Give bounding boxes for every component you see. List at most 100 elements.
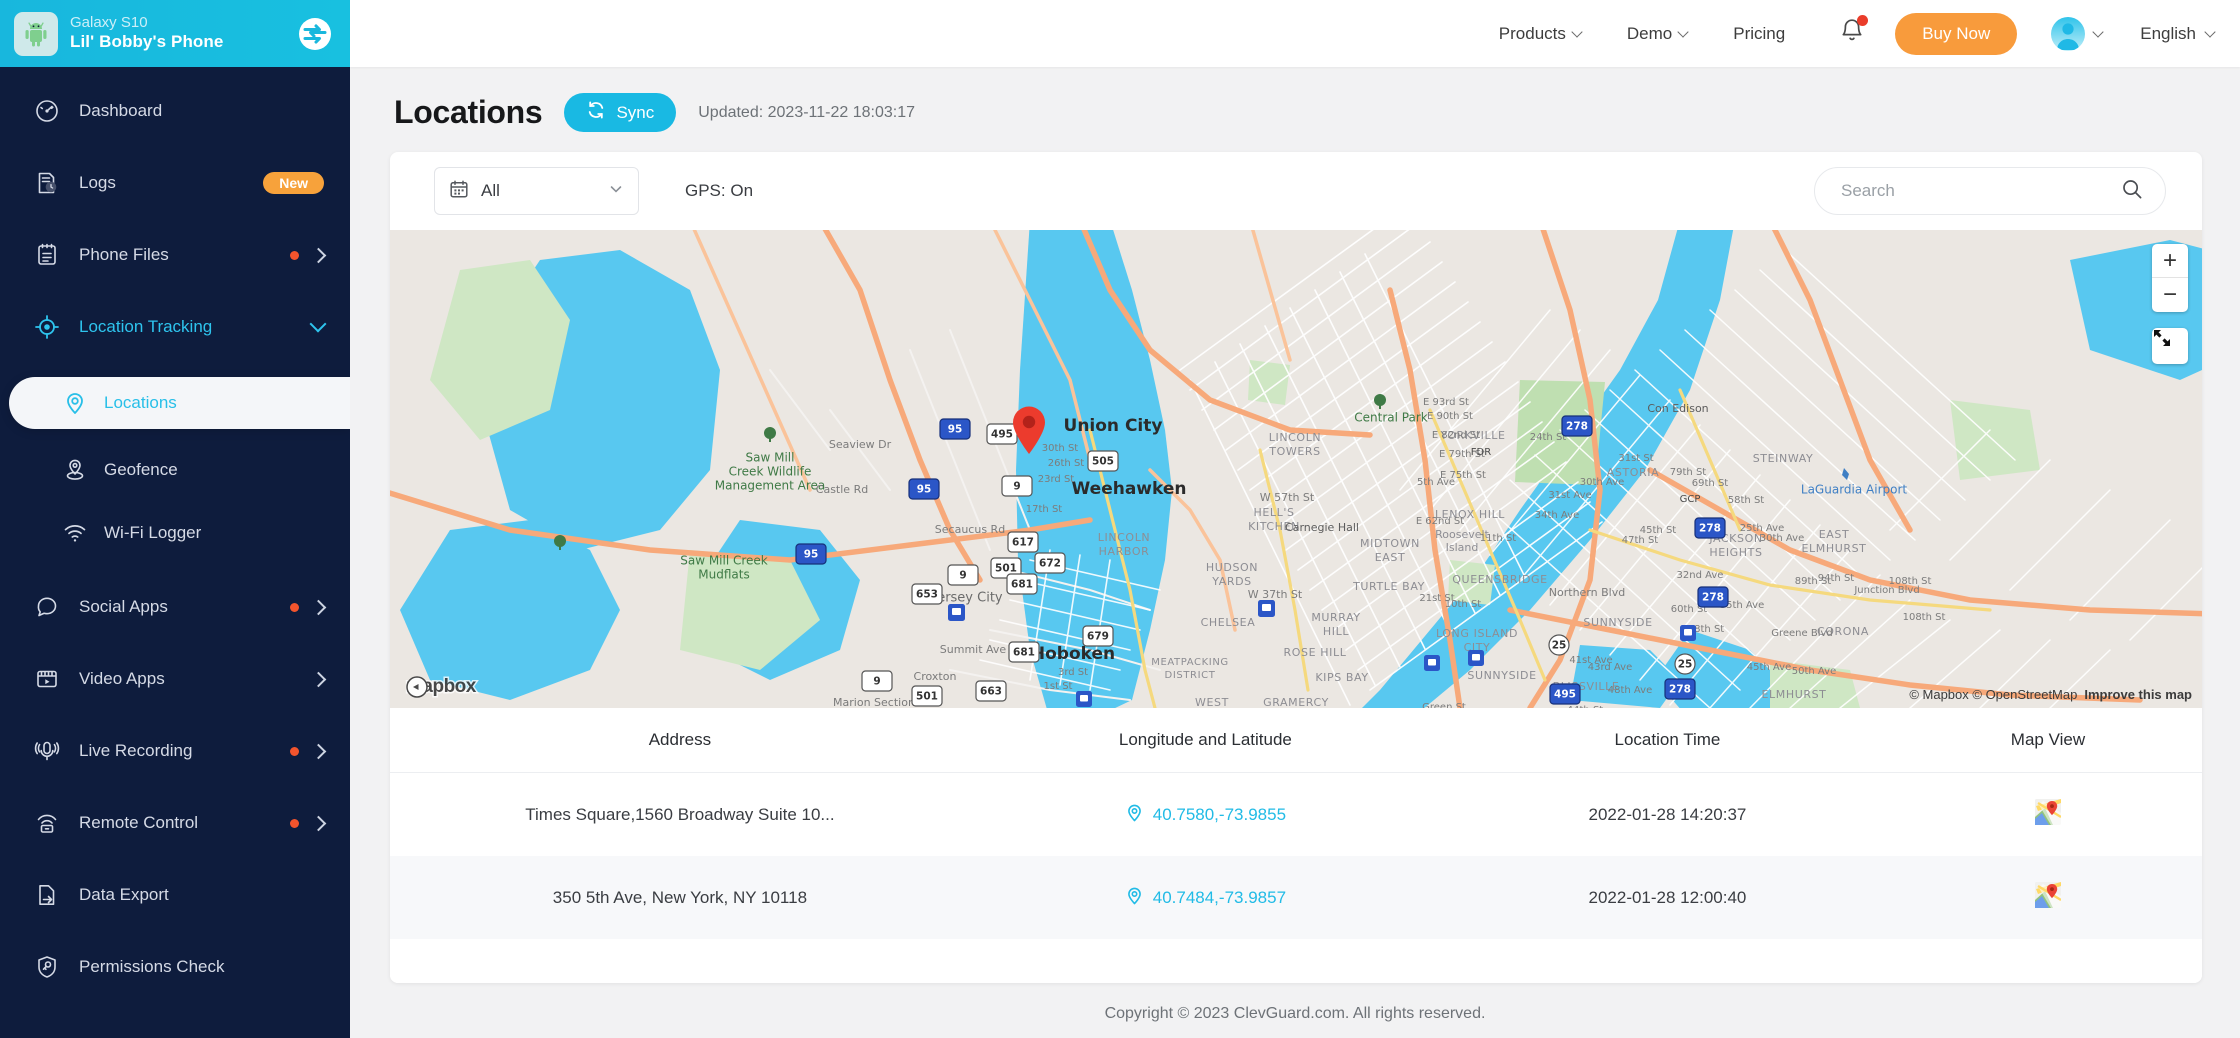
- svg-text:95: 95: [917, 484, 932, 496]
- map-label: GRAMERCY: [1263, 696, 1329, 708]
- svg-text:9: 9: [959, 570, 966, 582]
- sidebar-item-location-tracking[interactable]: Location Tracking: [0, 305, 350, 349]
- locations-card: All GPS: On Search Union City Weehawken …: [390, 152, 2202, 983]
- map-route-shield: 95: [795, 543, 827, 565]
- map-label: 47th St: [1622, 535, 1659, 546]
- chevron-right-icon[interactable]: [310, 671, 327, 687]
- map-label: HILL: [1323, 625, 1349, 638]
- sidebar-item-locations[interactable]: Locations: [9, 377, 350, 429]
- topnav-pricing[interactable]: Pricing: [1733, 24, 1785, 44]
- zoom-out-button[interactable]: −: [2152, 278, 2188, 312]
- clevguard-logo-icon[interactable]: [296, 15, 334, 53]
- app-root: Galaxy S10 Lil' Bobby's Phone Dashboard …: [0, 0, 2240, 1038]
- notification-bell-icon[interactable]: [1839, 15, 1869, 50]
- coordinate-link[interactable]: 40.7580,-73.9855: [1125, 803, 1286, 827]
- map-label: Central Park: [1354, 411, 1427, 425]
- table-body: Times Square,1560 Broadway Suite 10... 4…: [390, 773, 2202, 939]
- sidebar-item-permissions-check[interactable]: Permissions Check: [0, 945, 350, 989]
- topnav-label: Pricing: [1733, 23, 1786, 43]
- map-label: TURTLE BAY: [1352, 580, 1425, 593]
- zoom-in-button[interactable]: +: [2152, 244, 2188, 278]
- sidebar-item-wifi-logger[interactable]: Wi-Fi Logger: [0, 511, 350, 555]
- sidebar-item-label: Permissions Check: [79, 957, 225, 976]
- chevron-right-icon[interactable]: [310, 599, 327, 615]
- map-label: Green St: [1422, 702, 1466, 708]
- svg-text:95: 95: [948, 424, 963, 436]
- chevron-right-icon[interactable]: [310, 743, 327, 759]
- topnav-products[interactable]: Products: [1499, 24, 1583, 44]
- sync-button[interactable]: Sync: [564, 93, 677, 132]
- map-route-shield: 95: [939, 418, 971, 440]
- map-attribution: © Mapbox © OpenStreetMap Improve this ma…: [1909, 687, 2192, 702]
- sidebar-item-label: Video Apps: [79, 669, 165, 688]
- map-label: SUNNYSIDE: [1583, 616, 1652, 629]
- map-route-shield: 495: [1549, 683, 1581, 705]
- map-label: W 37th St: [1248, 588, 1303, 601]
- map-label: Creek Wildlife: [729, 465, 812, 479]
- search-box[interactable]: [1814, 167, 2166, 215]
- search-input[interactable]: [1841, 181, 2121, 201]
- search-icon[interactable]: [2121, 178, 2143, 205]
- language-selector[interactable]: English: [2140, 23, 2216, 44]
- filter-bar: All GPS: On: [390, 152, 2202, 230]
- table-row[interactable]: 350 5th Ave, New York, NY 10118 40.7484,…: [390, 856, 2202, 939]
- topnav-demo[interactable]: Demo: [1627, 24, 1689, 44]
- map-route-shield: 679: [1082, 625, 1114, 647]
- table-row[interactable]: Times Square,1560 Broadway Suite 10... 4…: [390, 773, 2202, 857]
- map-label: HEIGHTS: [1709, 546, 1762, 559]
- sidebar-item-video-apps[interactable]: Video Apps: [0, 657, 350, 701]
- microphone-recording-icon: [33, 737, 61, 765]
- sidebar-item-label: Geofence: [104, 460, 178, 479]
- coordinate-link[interactable]: 40.7484,-73.9857: [1125, 886, 1286, 910]
- date-range-select[interactable]: All: [434, 167, 639, 215]
- sidebar-item-label: Social Apps: [79, 597, 168, 616]
- map-label: SUNNYSIDE: [1467, 669, 1536, 682]
- sidebar-item-live-recording[interactable]: Live Recording: [0, 729, 350, 773]
- sidebar-item-label: Data Export: [79, 885, 169, 904]
- sidebar-item-label: Wi-Fi Logger: [104, 523, 202, 542]
- svg-text:95: 95: [804, 549, 819, 561]
- improve-map-link[interactable]: Improve this map: [2084, 687, 2192, 702]
- map-label: 79th St: [1670, 467, 1707, 478]
- buy-now-button[interactable]: Buy Now: [1895, 12, 2018, 55]
- map-label: KIPS BAY: [1315, 671, 1368, 684]
- language-label: English: [2140, 23, 2196, 43]
- unread-dot: [290, 746, 299, 756]
- svg-text:672: 672: [1039, 558, 1061, 570]
- map-label: 48th Ave: [1608, 685, 1653, 696]
- map-label: Carnegie Hall: [1285, 521, 1359, 534]
- map-route-shield: 672: [1034, 552, 1066, 574]
- map-label: GCP: [1680, 494, 1701, 505]
- sidebar-item-phone-files[interactable]: Phone Files: [0, 233, 350, 277]
- sidebar-item-geofence[interactable]: Geofence: [0, 448, 350, 492]
- sidebar-item-logs[interactable]: Logs New: [0, 161, 350, 205]
- sidebar-item-remote-control[interactable]: Remote Control: [0, 801, 350, 845]
- map-label: Summit Ave: [940, 643, 1007, 656]
- column-header-coordinates: Longitude and Latitude: [969, 708, 1441, 773]
- google-maps-thumbnail-icon[interactable]: [2034, 882, 2062, 908]
- chevron-right-icon[interactable]: [310, 815, 327, 831]
- chevron-right-icon[interactable]: [310, 247, 327, 263]
- account-menu[interactable]: [2051, 16, 2104, 51]
- map-label: 32nd Ave: [1677, 570, 1724, 581]
- fullscreen-expand-icon[interactable]: [2152, 328, 2188, 364]
- mapbox-logo[interactable]: mapbox: [405, 675, 478, 699]
- chevron-down-icon: [2092, 25, 2104, 38]
- chevron-down-icon: [1571, 25, 1583, 38]
- location-target-icon: [33, 313, 61, 341]
- map-label: Greene Blvd: [1771, 628, 1833, 639]
- map-label: 1st St: [1044, 681, 1073, 692]
- data-export-file-arrow-icon: [33, 881, 61, 909]
- map-canvas[interactable]: .water{fill:#58c8f0} .land{fill:#ebe7e2}…: [390, 230, 2202, 708]
- page-footer: Copyright © 2023 ClevGuard.com. All righ…: [1104, 1005, 1486, 1022]
- sidebar-item-data-export[interactable]: Data Export: [0, 873, 350, 917]
- svg-text:25: 25: [1678, 659, 1693, 671]
- map-route-shield: 505: [1087, 450, 1119, 472]
- page-header: Locations Sync Updated: 2023-11-22 18:03…: [350, 67, 2240, 152]
- map-label: 30th Ave: [1760, 533, 1805, 544]
- chevron-down-icon[interactable]: [309, 315, 327, 333]
- sidebar-item-dashboard[interactable]: Dashboard: [0, 89, 350, 133]
- sidebar-item-social-apps[interactable]: Social Apps: [0, 585, 350, 629]
- svg-text:9: 9: [873, 676, 880, 688]
- google-maps-thumbnail-icon[interactable]: [2034, 799, 2062, 825]
